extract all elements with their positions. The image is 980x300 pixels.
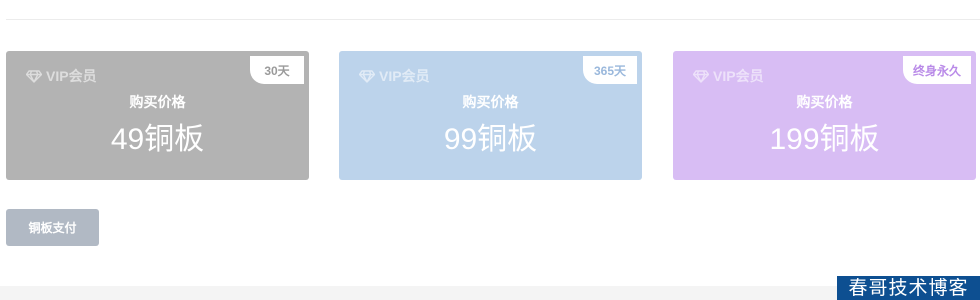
plan-card-30-days[interactable]: VIP会员 30天 购买价格 49铜板 [6,51,309,180]
price-value: 199铜板 [769,123,880,156]
membership-plan-list: VIP会员 30天 购买价格 49铜板 VIP会员 365天 购买价格 99铜板… [6,51,976,180]
card-brand: VIP会员 [693,66,764,86]
duration-badge: 终身永久 [902,56,971,84]
footer-strip [0,286,980,300]
diamond-icon [359,69,375,83]
price-value: 49铜板 [110,123,205,156]
price-label: 购买价格 [796,94,853,110]
blog-watermark: 春哥技术博客 [837,276,980,300]
plan-card-365-days[interactable]: VIP会员 365天 购买价格 99铜板 [339,51,642,180]
card-brand: VIP会员 [359,66,430,86]
price-label: 购买价格 [129,94,186,110]
brand-label: VIP会员 [379,68,430,84]
duration-badge: 365天 [583,56,637,84]
top-divider [6,19,980,20]
brand-label: VIP会员 [713,68,764,84]
plan-card-lifetime[interactable]: VIP会员 终身永久 购买价格 199铜板 [673,51,976,180]
card-brand: VIP会员 [26,66,97,86]
diamond-icon [693,69,709,83]
duration-badge: 30天 [250,56,304,84]
brand-label: VIP会员 [46,68,97,84]
price-label: 购买价格 [462,94,519,110]
diamond-icon [26,69,42,83]
coin-pay-button[interactable]: 铜板支付 [6,209,99,246]
price-value: 99铜板 [443,123,538,156]
